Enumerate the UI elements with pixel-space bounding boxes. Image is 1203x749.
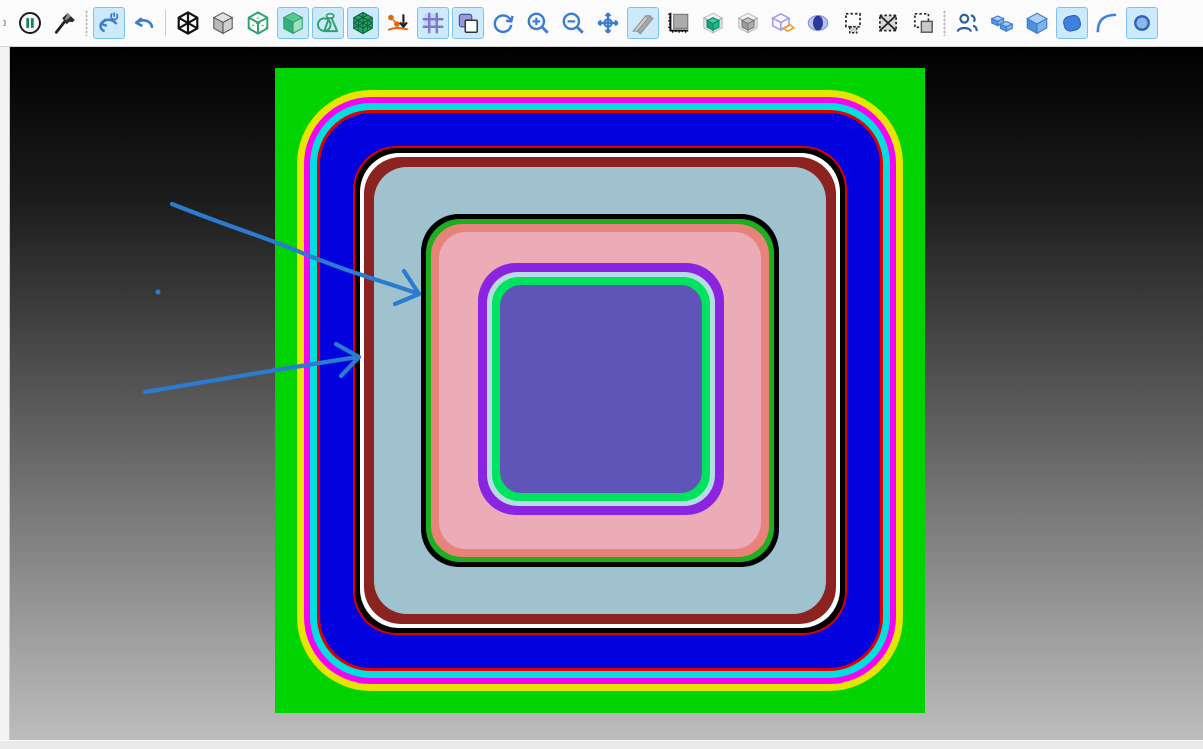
zoom-out-button[interactable]: [557, 7, 589, 39]
overlap-squares-button[interactable]: [452, 7, 484, 39]
shaded-cube-button[interactable]: [207, 7, 239, 39]
lens-icon: [805, 10, 831, 36]
arc-curve-button[interactable]: [1091, 7, 1123, 39]
pan-icon: [595, 10, 621, 36]
reset-power-button[interactable]: [93, 7, 125, 39]
mesh-region-slate-blue[interactable]: [500, 285, 702, 493]
toolbar: [0, 0, 1203, 47]
viewport-canvas[interactable]: [0, 47, 1203, 740]
status-strip: [0, 740, 1203, 749]
circle-ring-icon: [1129, 10, 1155, 36]
sel-bottom-icon: [840, 10, 866, 36]
rotate-view-button[interactable]: [487, 7, 519, 39]
undo-icon: [131, 10, 157, 36]
select-append-button[interactable]: [837, 7, 869, 39]
rounded-blob-button[interactable]: [1056, 7, 1088, 39]
sel-copy-icon: [910, 10, 936, 36]
clipped-tool-button[interactable]: [2, 7, 11, 39]
mesh-viewer-app: [0, 0, 1203, 749]
prims-green-icon: [315, 10, 341, 36]
toolbar-separator: [161, 6, 170, 40]
slab-icon: [630, 10, 656, 36]
annotation-dot: [156, 290, 161, 295]
pause-button[interactable]: [14, 7, 46, 39]
boxed-green-icon: [700, 10, 726, 36]
mesh-model: [275, 68, 925, 713]
pan-fit-button[interactable]: [592, 7, 624, 39]
zoom-in-icon: [525, 10, 551, 36]
boxed-cube-green-button[interactable]: [697, 7, 729, 39]
rotate-icon: [490, 10, 516, 36]
blob-icon: [1059, 10, 1085, 36]
cube-blue-icon: [1024, 10, 1050, 36]
ruler-icon: [665, 10, 691, 36]
blocks-pair-button[interactable]: [986, 7, 1018, 39]
clipped-icon: [3, 10, 10, 36]
boxed-gray-icon: [735, 10, 761, 36]
cube-plane-icon: [770, 10, 796, 36]
hammer-tool-button[interactable]: [49, 7, 81, 39]
circle-vertex-button[interactable]: [1126, 7, 1158, 39]
grid-icon: [420, 10, 446, 36]
undo-button[interactable]: [128, 7, 160, 39]
solid-cube-green-button[interactable]: [277, 7, 309, 39]
sweep-slab-button[interactable]: [627, 7, 659, 39]
toolbar-separator: [82, 6, 91, 40]
cube-green-icon: [280, 10, 306, 36]
arc-icon: [1094, 10, 1120, 36]
grid-button[interactable]: [417, 7, 449, 39]
mesh-cube-button[interactable]: [347, 7, 379, 39]
wire-black-icon: [175, 10, 201, 36]
users-groups-button[interactable]: [951, 7, 983, 39]
viewport-left-edge: [0, 47, 10, 740]
users-icon: [954, 10, 980, 36]
block-single-button[interactable]: [1021, 7, 1053, 39]
boxed-cube-gray-button[interactable]: [732, 7, 764, 39]
geometry-primitives-button[interactable]: [312, 7, 344, 39]
zoom-out-icon: [560, 10, 586, 36]
select-remove-button[interactable]: [872, 7, 904, 39]
toolbar-separator: [940, 6, 949, 40]
zoom-in-button[interactable]: [522, 7, 554, 39]
hammer-icon: [52, 10, 78, 36]
cubes-two-icon: [989, 10, 1015, 36]
cube-gray-icon: [210, 10, 236, 36]
lens-intersection-button[interactable]: [802, 7, 834, 39]
snap-points-button[interactable]: [382, 7, 414, 39]
wire-green-icon: [245, 10, 271, 36]
sel-x-icon: [875, 10, 901, 36]
mesh-green-icon: [350, 10, 376, 36]
wireframe-cube-green-button[interactable]: [242, 7, 274, 39]
snap-orange-icon: [385, 10, 411, 36]
select-copy-button[interactable]: [907, 7, 939, 39]
pause-icon: [17, 10, 43, 36]
reset-power-icon: [96, 10, 122, 36]
measure-ruler-button[interactable]: [662, 7, 694, 39]
overlap-squares-icon: [455, 10, 481, 36]
cube-with-plane-button[interactable]: [767, 7, 799, 39]
wireframe-cube-button[interactable]: [172, 7, 204, 39]
